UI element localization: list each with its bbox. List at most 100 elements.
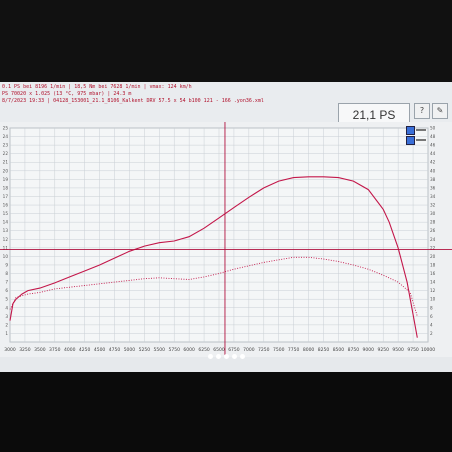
y-tick-label-right: 28	[430, 220, 436, 225]
header-line-1: 0.1 PS bei 8196 1/min | 18,5 Nm bei 7628…	[2, 84, 192, 90]
y-tick-label-right: 16	[430, 271, 436, 276]
edit-button[interactable]: ✎	[432, 103, 448, 119]
y-tick-label-left: 22	[3, 151, 9, 156]
y-tick-label-right: 2	[430, 331, 433, 336]
y-tick-label-left: 5	[5, 297, 8, 302]
y-tick-label-right: 48	[430, 134, 436, 139]
x-tick-label: 5750	[168, 347, 180, 353]
x-tick-label: 4750	[109, 347, 121, 353]
x-tick-label: 8750	[348, 347, 360, 353]
y-tick-label-left: 20	[3, 168, 9, 173]
x-tick-label: 7000	[243, 347, 255, 353]
y-tick-label-left: 4	[5, 305, 8, 310]
x-tick-label: 3750	[49, 347, 61, 353]
y-tick-label-right: 6	[430, 314, 433, 319]
y-tick-label-right: 8	[430, 305, 433, 310]
y-tick-label-right: 26	[430, 228, 436, 233]
y-tick-label-right: 50	[430, 126, 436, 131]
legend-checkbox-1[interactable]	[406, 126, 415, 135]
screen: 0.1 PS bei 8196 1/min | 18,5 Nm bei 7628…	[0, 82, 452, 372]
x-tick-label: 6000	[183, 347, 195, 353]
pager-dots	[0, 354, 452, 362]
y-tick-label-left: 16	[3, 203, 9, 208]
x-tick-label: 5000	[124, 347, 136, 353]
legend-swatch-2	[416, 139, 426, 141]
x-tick-label: 5250	[139, 347, 151, 353]
x-tick-label: 3500	[34, 347, 46, 353]
y-tick-label-left: 8	[5, 271, 8, 276]
x-tick-label: 7250	[258, 347, 270, 353]
y-tick-label-right: 38	[430, 177, 436, 182]
x-tick-label: 6750	[228, 347, 240, 353]
pager-dot[interactable]	[223, 354, 229, 359]
x-tick-label: 7750	[288, 347, 300, 353]
y-tick-label-right: 42	[430, 160, 436, 165]
y-tick-label-right: 12	[430, 288, 436, 293]
monitor-bezel-top	[0, 0, 452, 82]
x-tick-label: 4250	[79, 347, 91, 353]
y-tick-label-right: 30	[430, 211, 436, 216]
y-tick-label-right: 18	[430, 262, 436, 267]
help-button[interactable]: ?	[414, 103, 430, 119]
y-tick-label-right: 32	[430, 203, 436, 208]
y-tick-label-left: 9	[5, 262, 8, 267]
y-tick-label-left: 15	[3, 211, 9, 216]
x-tick-label: 9500	[392, 347, 404, 353]
legend-item-1[interactable]	[406, 126, 428, 135]
x-tick-label: 3250	[19, 347, 31, 353]
x-tick-label: 5500	[154, 347, 166, 353]
y-tick-label-right: 40	[430, 168, 436, 173]
y-tick-label-left: 24	[3, 134, 9, 139]
pager-dot[interactable]	[207, 354, 213, 359]
x-tick-label: 3000	[4, 347, 16, 353]
y-tick-label-right: 36	[430, 185, 436, 190]
y-tick-label-left: 17	[3, 194, 9, 199]
y-tick-label-left: 23	[3, 143, 9, 148]
x-tick-label: 6250	[198, 347, 210, 353]
legend-swatch-1	[416, 129, 426, 131]
pager-dot[interactable]	[215, 354, 221, 359]
y-tick-label-right: 10	[430, 297, 436, 302]
y-tick-label-left: 1	[5, 331, 8, 336]
x-tick-label: 8250	[318, 347, 330, 353]
y-tick-label-left: 13	[3, 228, 9, 233]
y-tick-label-left: 3	[5, 314, 8, 319]
y-tick-label-right: 20	[430, 254, 436, 259]
x-tick-label: 10000	[421, 347, 435, 353]
header-panel: 0.1 PS bei 8196 1/min | 18,5 Nm bei 7628…	[0, 82, 452, 127]
x-tick-label: 7500	[273, 347, 285, 353]
y-tick-label-right: 24	[430, 237, 436, 242]
y-tick-label-left: 12	[3, 237, 9, 242]
y-tick-label-left: 2	[5, 322, 8, 327]
x-tick-label: 6500	[213, 347, 225, 353]
legend-item-2[interactable]	[406, 136, 428, 145]
y-tick-label-left: 14	[3, 220, 9, 225]
x-tick-label: 8000	[303, 347, 315, 353]
y-tick-label-right: 34	[430, 194, 436, 199]
y-tick-label-right: 44	[430, 151, 436, 156]
monitor-bezel-bottom	[0, 372, 452, 452]
y-tick-label-left: 10	[3, 254, 9, 259]
x-tick-label: 4500	[94, 347, 106, 353]
y-tick-label-left: 18	[3, 185, 9, 190]
dyno-chart: 1234567891011121314151617181920212223242…	[0, 122, 452, 357]
y-tick-label-right: 4	[430, 322, 433, 327]
y-tick-label-left: 19	[3, 177, 9, 182]
x-tick-label: 4000	[64, 347, 76, 353]
chart-grid	[9, 127, 429, 343]
x-tick-label: 9250	[377, 347, 389, 353]
pager-dot[interactable]	[239, 354, 245, 359]
x-axis: 3000 3250 3500 3750 4000 4250 4500 4750 5000 5250…	[4, 347, 435, 353]
y-tick-label-left: 6	[5, 288, 8, 293]
y-tick-label-left: 21	[3, 160, 9, 165]
y-tick-label-right: 14	[430, 280, 436, 285]
header-line-3: 8/7/2023 19:33 | 04128_153001_21.1_8106_…	[2, 98, 264, 104]
y-tick-label-left: 7	[5, 280, 8, 285]
x-tick-label: 8500	[333, 347, 345, 353]
y-tick-label-right: 46	[430, 143, 436, 148]
legend-checkbox-2[interactable]	[406, 136, 415, 145]
pager-dot[interactable]	[231, 354, 237, 359]
x-tick-label: 9750	[407, 347, 419, 353]
header-line-2: PS 70020 x 1.025 (13 °C, 975 mbar) | 24.…	[2, 91, 132, 97]
x-tick-label: 9000	[363, 347, 375, 353]
